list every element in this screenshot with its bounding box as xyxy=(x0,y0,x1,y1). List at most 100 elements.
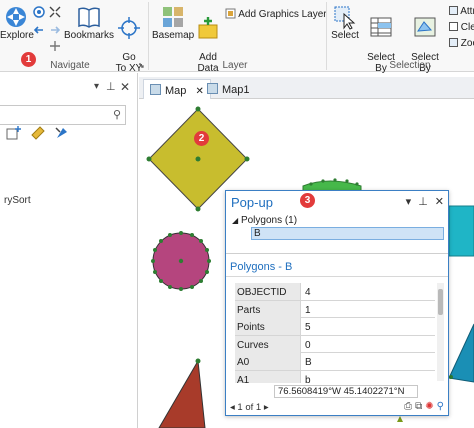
basemap-label: Basemap xyxy=(152,30,195,41)
pin-icon[interactable]: ⊥ xyxy=(418,196,428,208)
clear-icon xyxy=(449,22,458,31)
label-tool-icon[interactable] xyxy=(54,125,70,141)
table-row: Points 5 xyxy=(235,318,435,336)
next-extent-icon[interactable] xyxy=(49,24,61,36)
field-value: 5 xyxy=(305,322,311,333)
popup-header-buttons: ▾ ⊥ ✕ xyxy=(399,195,444,208)
popup-tools: ⎙ ⧉ ✺ ⚲ xyxy=(401,401,444,412)
table-row: Curves 0 xyxy=(235,335,435,353)
clear-button[interactable]: Clea xyxy=(449,22,474,33)
group-layer-label: Layer xyxy=(222,60,248,71)
explore-label: Explore xyxy=(0,30,34,41)
pin-icon[interactable]: ⊥ xyxy=(106,80,116,93)
field-name: OBJECTID xyxy=(235,283,301,300)
full-extent-icon[interactable] xyxy=(33,6,45,18)
bookmarks-icon xyxy=(78,7,100,28)
add-graphics-layer-button[interactable]: Add Graphics Layer xyxy=(225,8,327,20)
circle-polygon[interactable] xyxy=(151,231,211,291)
select-button[interactable]: Select xyxy=(330,4,360,41)
popup-title: Pop-up xyxy=(231,195,273,210)
coordinates-readout: 76.5608419°W 45.1402271°N xyxy=(274,385,418,398)
popup-tree-node[interactable]: ◢ Polygons (1) xyxy=(232,215,297,226)
field-value: 0 xyxy=(305,339,311,351)
teal-polygon[interactable] xyxy=(448,323,474,383)
clear-label: Clea xyxy=(460,22,474,33)
collapse-triangle-icon[interactable]: ◢ xyxy=(232,216,238,225)
tree-label: Polygons (1) xyxy=(240,215,298,226)
bookmarks-button[interactable]: Bookmarks xyxy=(64,4,114,41)
edit-symbol-icon[interactable] xyxy=(30,125,46,141)
zoom-in-icon[interactable] xyxy=(49,40,61,52)
pane-options-icon[interactable]: ▾ xyxy=(94,81,99,92)
previous-feature-icon[interactable]: ◂ xyxy=(230,402,235,413)
popup-selected-feature[interactable]: B xyxy=(251,227,444,240)
close-icon[interactable]: ✕ xyxy=(435,196,444,208)
navigate-dialog-launcher[interactable]: ⬊ xyxy=(138,61,145,70)
popup-scrollbar[interactable] xyxy=(437,283,444,381)
popup-window: Pop-up ▾ ⊥ ✕ ◢ Polygons (1) B Polygons - B… xyxy=(225,190,449,416)
popup-navigation: ◂ 1 of 1 ▸ xyxy=(230,402,269,413)
table-row: A0 B xyxy=(235,353,435,371)
list-item[interactable]: rySort xyxy=(4,195,31,206)
scrollbar-thumb[interactable] xyxy=(438,289,443,315)
select-by-location-icon xyxy=(414,17,436,37)
zoom-to-label: Zoo xyxy=(460,38,474,49)
triangle-polygon[interactable] xyxy=(158,358,206,428)
add-group-icon[interactable] xyxy=(6,125,22,141)
explore-icon xyxy=(6,7,26,27)
select-label: Select xyxy=(331,30,359,41)
tab-label: Map1 xyxy=(222,84,250,96)
zoom-to-selection-button[interactable]: Zoo xyxy=(449,38,474,49)
pane-toolbar xyxy=(6,125,126,145)
contents-pane: ▾ ⊥ ✕ ⚲ rySort xyxy=(0,73,138,428)
cyan-polygon[interactable] xyxy=(448,205,474,257)
pane-header: ▾ ⊥ ✕ xyxy=(0,80,138,95)
tab-label: Map xyxy=(165,85,187,97)
field-name: Parts xyxy=(235,300,301,318)
table-row: OBJECTID 4 xyxy=(235,283,435,301)
field-name: Points xyxy=(235,318,301,335)
fixed-zoom-icon[interactable] xyxy=(49,6,61,18)
flash-icon[interactable]: ✺ xyxy=(425,401,433,412)
tab-map1[interactable]: Map1 xyxy=(201,79,256,99)
group-selection-label: Selection xyxy=(389,60,431,71)
ribbon: Explore Bookmarks Go To XY Navigate ⬊ Ba… xyxy=(0,0,474,85)
search-input[interactable]: ⚲ xyxy=(0,105,126,125)
zoom-to-icon xyxy=(449,38,458,47)
zoom-to-icon[interactable]: ⚲ xyxy=(437,401,444,412)
map-icon xyxy=(207,83,218,94)
feature-title: Polygons - B xyxy=(230,261,293,273)
field-value: b xyxy=(305,374,311,384)
close-icon[interactable]: ✕ xyxy=(120,80,130,94)
point-marker[interactable] xyxy=(397,416,403,422)
previous-extent-icon[interactable] xyxy=(33,24,45,36)
select-by-attributes-icon xyxy=(370,17,392,37)
map-tabbar: Map ✕ Map1 xyxy=(139,77,474,99)
search-icon: ⚲ xyxy=(112,109,121,121)
print-icon[interactable]: ⎙ xyxy=(404,401,412,412)
next-feature-icon[interactable]: ▸ xyxy=(264,402,269,413)
explore-button[interactable]: Explore xyxy=(0,4,34,41)
step-badge: 3 xyxy=(300,193,315,208)
field-name: Curves xyxy=(235,335,301,353)
divider xyxy=(226,276,448,277)
attributes-button[interactable]: Attr xyxy=(449,6,474,17)
separator xyxy=(148,2,149,70)
basemap-icon xyxy=(163,7,183,27)
options-icon[interactable]: ▾ xyxy=(406,196,412,208)
select-icon xyxy=(334,6,356,30)
table-row: Parts 1 xyxy=(235,300,435,318)
copy-icon[interactable]: ⧉ xyxy=(415,401,422,412)
feature-count: 1 of 1 xyxy=(237,402,262,413)
attributes-label: Attr xyxy=(460,6,474,17)
map-icon xyxy=(150,84,161,95)
basemap-button[interactable]: Basemap xyxy=(152,4,194,41)
attribute-table: OBJECTID 4 Parts 1 Points 5 Curves 0 A0 B A1 b xyxy=(235,283,435,383)
add-graphics-layer-label: Add Graphics Layer xyxy=(238,9,327,20)
step-badge: 2 xyxy=(194,131,209,146)
table-icon xyxy=(449,6,458,15)
separator xyxy=(326,2,327,70)
go-to-xy-icon xyxy=(118,17,140,39)
field-value: 1 xyxy=(305,304,311,316)
bookmarks-label: Bookmarks xyxy=(64,30,115,41)
